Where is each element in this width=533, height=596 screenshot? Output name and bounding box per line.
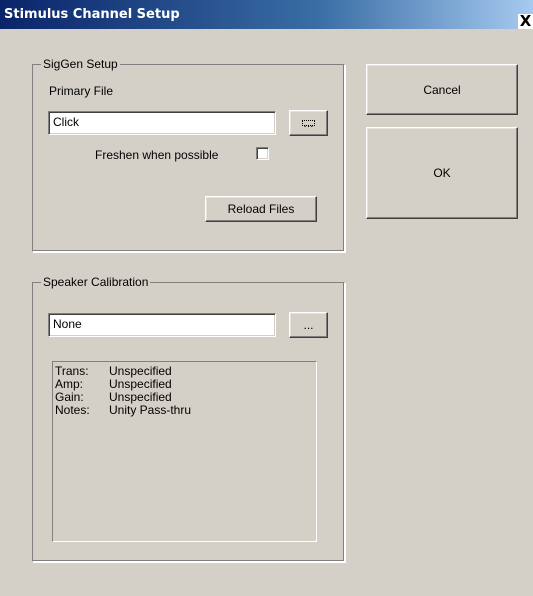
ok-label: OK xyxy=(433,166,451,180)
ok-button[interactable]: OK xyxy=(366,127,518,219)
calibration-browse-label: ... xyxy=(303,318,314,332)
freshen-checkbox[interactable] xyxy=(256,147,269,160)
info-key: Notes: xyxy=(55,403,90,417)
reload-files-button[interactable]: Reload Files xyxy=(205,196,317,222)
primary-file-input[interactable]: Click xyxy=(48,111,276,135)
calibration-file-input[interactable]: None xyxy=(48,313,276,337)
info-row-amp: Amp: Unspecified xyxy=(55,378,314,391)
cancel-button[interactable]: Cancel xyxy=(366,64,518,115)
cancel-label: Cancel xyxy=(423,82,461,97)
freshen-label: Freshen when possible xyxy=(95,148,219,162)
info-row-notes: Notes: Unity Pass-thru xyxy=(55,404,314,417)
primary-file-browse-button[interactable]: ... xyxy=(289,110,328,136)
calibration-browse-button[interactable]: ... xyxy=(289,312,328,338)
title-bar[interactable]: Stimulus Channel Setup X xyxy=(0,0,533,29)
siggen-setup-legend: SigGen Setup xyxy=(41,57,120,71)
reload-files-label: Reload Files xyxy=(227,202,295,216)
speaker-calibration-legend: Speaker Calibration xyxy=(41,275,151,289)
browse-label: ... xyxy=(299,117,317,129)
calibration-info-box: Trans: Unspecified Amp: Unspecified Gain… xyxy=(52,361,317,542)
info-row-trans: Trans: Unspecified xyxy=(55,365,314,378)
info-value: Unity Pass-thru xyxy=(109,403,192,417)
primary-file-label: Primary File xyxy=(49,84,114,98)
window-title: Stimulus Channel Setup xyxy=(4,7,180,22)
close-icon[interactable]: X xyxy=(518,14,533,29)
